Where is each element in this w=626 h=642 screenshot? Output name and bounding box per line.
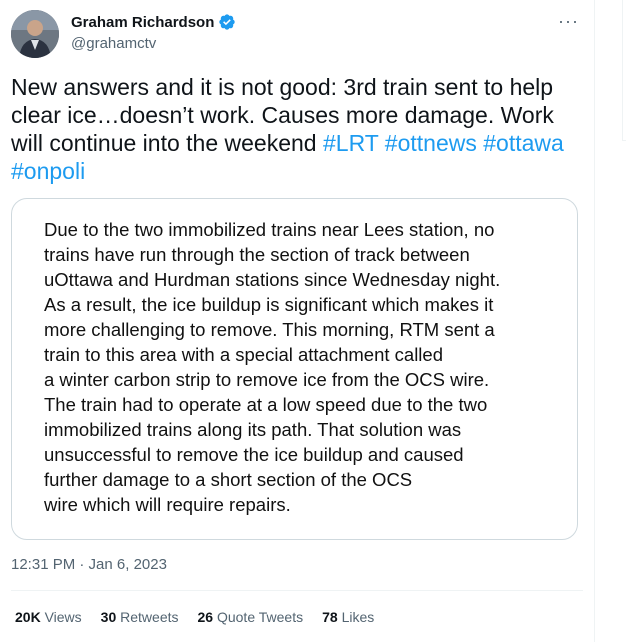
author-name-text[interactable]: Graham Richardson [71, 14, 214, 31]
author-name[interactable]: Graham Richardson [71, 13, 236, 31]
likes-count: 78 [322, 609, 338, 625]
hashtag-lrt[interactable]: #LRT [323, 130, 378, 156]
likes-stat[interactable]: 78 Likes [322, 609, 374, 625]
retweets-count: 30 [100, 609, 117, 625]
views-label: Views [44, 609, 82, 625]
divider [11, 590, 583, 591]
quote-tweets-count: 26 [197, 609, 214, 625]
views-count: 20K [15, 609, 41, 625]
tweet-text: New answers and it is not good: 3rd trai… [11, 73, 581, 185]
avatar[interactable] [11, 10, 59, 58]
likes-label: Likes [341, 609, 375, 625]
hashtag-onpoli[interactable]: #onpoli [11, 158, 85, 184]
verified-badge-icon [219, 14, 236, 30]
retweets-stat[interactable]: 30 Retweets [101, 609, 179, 625]
engagement-stats: 20K Views 30 Retweets 26 Quote Tweets 78… [15, 609, 393, 625]
quote-tweets-label: Quote Tweets [216, 609, 304, 625]
right-rail-card [622, 0, 626, 141]
more-options-icon[interactable]: ··· [558, 12, 578, 32]
attached-image[interactable]: Due to the two immobilized trains near L… [11, 198, 578, 540]
views-stat: 20K Views [15, 609, 82, 625]
retweets-label: Retweets [120, 609, 179, 625]
avatar-image [11, 10, 59, 58]
tweet: Graham Richardson @grahamctv ··· New ans… [0, 0, 594, 642]
hashtag-ottawa[interactable]: #ottawa [483, 130, 564, 156]
tweet-timestamp[interactable]: 12:31 PM · Jan 6, 2023 [11, 556, 167, 573]
quote-tweets-stat[interactable]: 26 Quote Tweets [198, 609, 304, 625]
attached-image-text: Due to the two immobilized trains near L… [44, 219, 501, 515]
author-handle[interactable]: @grahamctv [71, 35, 156, 52]
hashtag-ottnews[interactable]: #ottnews [385, 130, 477, 156]
